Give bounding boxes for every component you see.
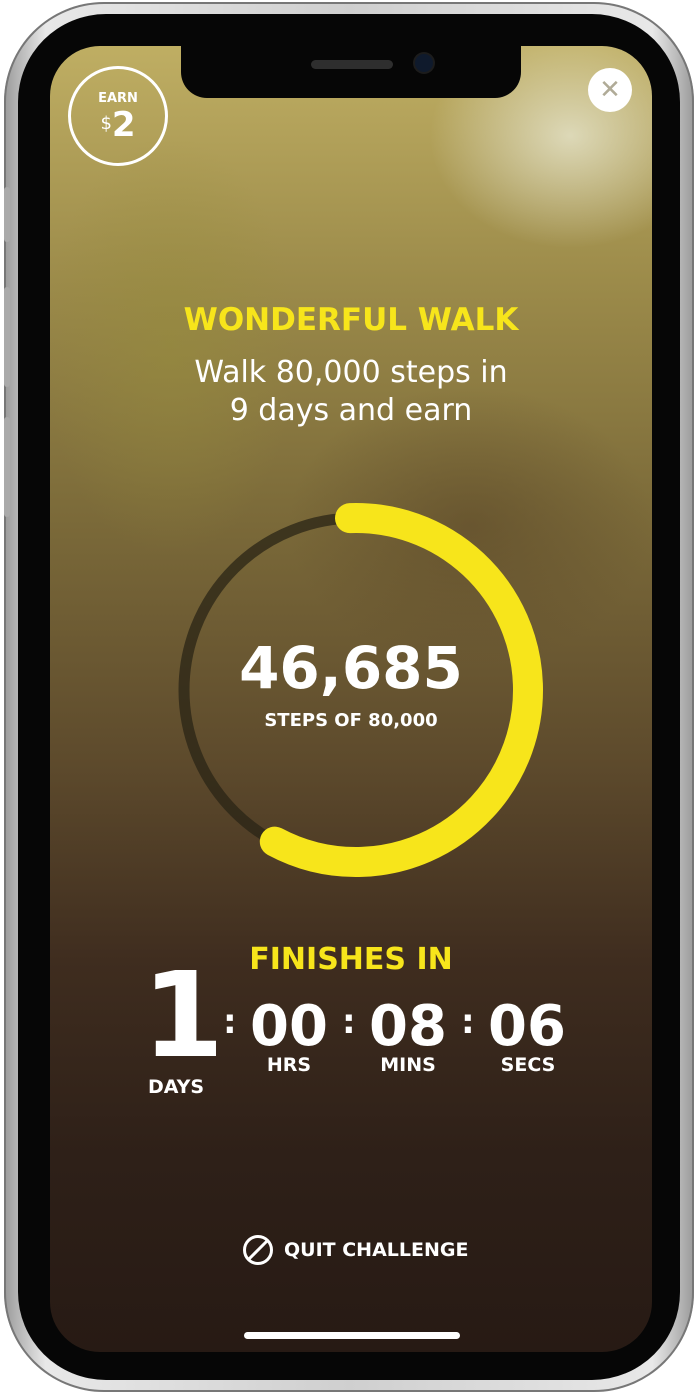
volume-down-button bbox=[4, 417, 10, 517]
seconds-value: 06 bbox=[488, 994, 566, 1059]
screen: EARN $2 ✕ WONDERFUL WALK Walk 80,000 ste… bbox=[50, 46, 652, 1352]
speaker bbox=[311, 60, 393, 69]
hours-label: HRS bbox=[266, 1054, 312, 1076]
notch bbox=[181, 46, 521, 98]
separator: : bbox=[461, 1002, 475, 1042]
description-line-1: Walk 80,000 steps in bbox=[194, 355, 508, 390]
finishes-in-heading: FINISHES IN bbox=[249, 942, 453, 977]
minutes-value: 08 bbox=[369, 994, 447, 1059]
days-label: DAYS bbox=[148, 1076, 205, 1098]
quit-label: QUIT CHALLENGE bbox=[284, 1239, 469, 1261]
earn-value: 2 bbox=[111, 105, 136, 145]
close-button[interactable]: ✕ bbox=[588, 68, 632, 112]
mute-switch bbox=[4, 187, 10, 242]
home-indicator[interactable] bbox=[244, 1332, 460, 1339]
description-line-2: 9 days and earn bbox=[229, 393, 473, 428]
separator: : bbox=[223, 1002, 237, 1042]
steps-subtitle: STEPS OF 80,000 bbox=[264, 710, 438, 731]
minutes-label: MINS bbox=[380, 1054, 436, 1076]
steps-count: 46,685 bbox=[239, 634, 463, 702]
currency-symbol: $ bbox=[100, 113, 112, 134]
prohibited-icon bbox=[243, 1235, 273, 1265]
close-icon: ✕ bbox=[599, 75, 621, 105]
earn-label: EARN bbox=[98, 91, 138, 106]
separator: : bbox=[342, 1002, 356, 1042]
camera bbox=[415, 54, 433, 72]
quit-challenge-button[interactable]: QUIT CHALLENGE bbox=[242, 1234, 468, 1266]
hours-value: 00 bbox=[250, 994, 328, 1059]
volume-up-button bbox=[4, 287, 10, 387]
seconds-label: SECS bbox=[500, 1054, 556, 1076]
earn-badge: EARN $2 bbox=[68, 66, 168, 166]
challenge-title: WONDERFUL WALK bbox=[183, 302, 519, 338]
days-value: 1 bbox=[142, 946, 225, 1084]
earn-amount: $2 bbox=[71, 105, 165, 145]
challenge-description: Walk 80,000 steps in 9 days and earn bbox=[50, 354, 652, 430]
